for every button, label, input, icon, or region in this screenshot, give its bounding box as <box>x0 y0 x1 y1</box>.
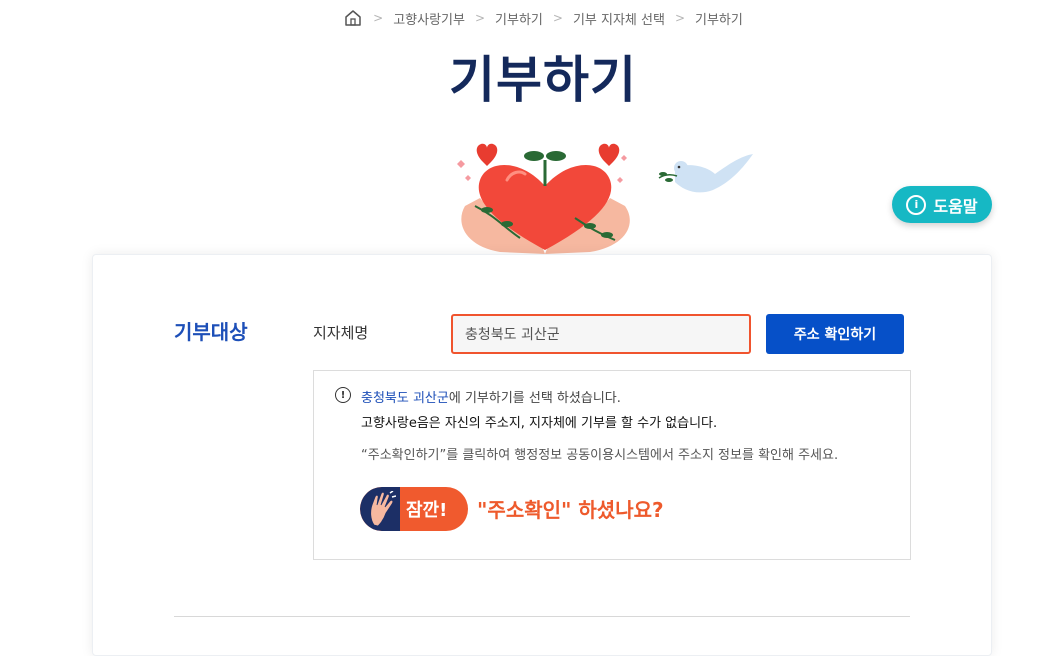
address-confirm-button[interactable]: 주소 확인하기 <box>766 314 904 354</box>
breadcrumb: > 고향사랑기부 > 기부하기 > 기부 지자체 선택 > 기부하기 <box>0 8 1038 28</box>
dove-illustration <box>658 154 753 193</box>
notice-line-selected: 충청북도 괴산군에 기부하기를 선택 하셨습니다. <box>361 387 621 406</box>
help-button[interactable]: i 도움말 <box>892 186 992 223</box>
section-title: 기부대상 <box>174 320 248 344</box>
selected-region-text: 충청북도 괴산군 <box>361 391 449 406</box>
breadcrumb-item-select-region[interactable]: 기부 지자체 선택 <box>573 9 665 28</box>
notice-line-restriction: 고향사랑e음은 자신의 주소지, 지자체에 기부를 할 수가 없습니다. <box>361 416 718 431</box>
info-icon: i <box>906 194 927 215</box>
chevron-right-icon: > <box>552 11 563 25</box>
chevron-right-icon: > <box>373 11 384 25</box>
hero-illustration <box>425 128 765 256</box>
hand-icon <box>366 490 397 531</box>
region-input[interactable] <box>451 314 751 354</box>
region-field-label: 지자체명 <box>313 324 369 342</box>
home-icon[interactable] <box>343 8 363 28</box>
help-button-label: 도움말 <box>933 196 978 216</box>
alert-icon: ! <box>335 387 351 403</box>
breadcrumb-item-hometown[interactable]: 고향사랑기부 <box>393 9 465 28</box>
breadcrumb-item-donate[interactable]: 기부하기 <box>495 9 543 28</box>
selected-region-suffix: 에 기부하기를 선택 하셨습니다. <box>448 391 621 406</box>
chevron-right-icon: > <box>674 11 685 25</box>
divider <box>174 616 910 617</box>
chevron-right-icon: > <box>474 11 486 25</box>
address-check-prompt: "주소확인" 하셨나요? <box>477 498 664 522</box>
breadcrumb-item-current: 기부하기 <box>695 12 743 28</box>
wait-badge: 잠깐! <box>360 487 468 531</box>
page-title: 기부하기 <box>449 51 637 109</box>
notice-line-instruction: “주소확인하기”를 클릭하여 행정정보 공동이용시스템에서 주소지 정보를 확인… <box>361 448 839 463</box>
wait-label: 잠깐! <box>406 500 448 521</box>
